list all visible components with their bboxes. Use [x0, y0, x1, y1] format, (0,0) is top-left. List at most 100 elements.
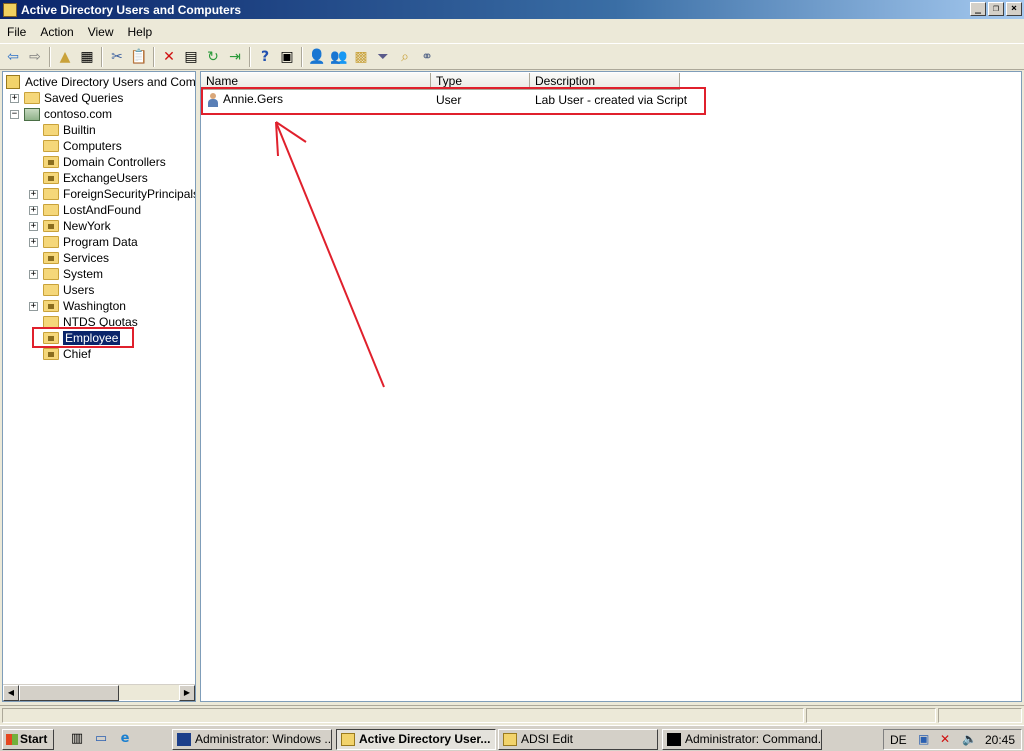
main-window: Active Directory Users and Computers _ ❐… — [0, 0, 1024, 725]
language-indicator[interactable]: DE — [890, 733, 907, 747]
tree-item-foreignsecurityprincipals[interactable]: ForeignSecurityPrincipals — [43, 186, 195, 202]
minimize-button[interactable]: _ — [970, 2, 986, 16]
expand-icon[interactable]: + — [29, 206, 38, 215]
find-icon[interactable]: ⌕ — [395, 47, 415, 67]
tree-item-saved-queries[interactable]: Saved Queries — [24, 90, 123, 106]
folder-icon — [43, 236, 59, 248]
menu-bar: File Action View Help — [0, 21, 1024, 42]
back-icon[interactable]: ⇦ — [3, 47, 23, 67]
expand-icon[interactable]: + — [29, 190, 38, 199]
help-icon[interactable]: ? — [255, 47, 275, 67]
task-powershell[interactable]: Administrator: Windows ... — [172, 729, 332, 750]
folder-icon — [43, 188, 59, 200]
expand-icon[interactable]: + — [29, 238, 38, 247]
tray-icon[interactable]: ▣ — [918, 732, 929, 746]
export-list-icon[interactable]: ⇥ — [225, 47, 245, 67]
ad-users-icon — [341, 733, 355, 746]
action-pane-icon[interactable]: ▣ — [277, 47, 297, 67]
collapse-icon[interactable]: − — [10, 110, 19, 119]
start-button[interactable]: Start — [2, 729, 54, 750]
menu-help[interactable]: Help — [121, 25, 160, 39]
folder-icon — [43, 124, 59, 136]
tree-item-users[interactable]: Users — [43, 282, 94, 298]
delete-icon[interactable]: ✕ — [159, 47, 179, 67]
ou-icon — [43, 300, 59, 312]
tree-item-lostandfound[interactable]: LostAndFound — [43, 202, 141, 218]
refresh-icon[interactable]: ↻ — [203, 47, 223, 67]
expand-icon[interactable]: + — [29, 270, 38, 279]
expand-icon[interactable]: + — [10, 94, 19, 103]
horizontal-scrollbar[interactable]: ◀ ▶ — [3, 684, 195, 701]
app-icon — [3, 2, 17, 17]
paste-icon[interactable]: 📋 — [129, 47, 149, 67]
forward-icon[interactable]: ⇨ — [25, 47, 45, 67]
menu-view[interactable]: View — [81, 25, 121, 39]
show-hide-tree-icon[interactable]: ▦ — [77, 47, 97, 67]
tree-item-chief[interactable]: Chief — [43, 346, 91, 362]
add-to-group-icon[interactable]: ⚭ — [417, 47, 437, 67]
domain-icon — [24, 107, 40, 121]
snapin-icon — [6, 75, 20, 89]
close-button[interactable]: × — [1006, 2, 1022, 16]
menu-file[interactable]: File — [0, 25, 33, 39]
cut-icon[interactable]: ✂ — [107, 47, 127, 67]
new-group-icon[interactable]: 👥 — [329, 47, 349, 67]
restore-button[interactable]: ❐ — [988, 2, 1004, 16]
properties-icon[interactable]: ▤ — [181, 47, 201, 67]
tree-item-washington[interactable]: Washington — [43, 298, 126, 314]
cmd-icon — [667, 733, 681, 746]
scroll-left-icon[interactable]: ◀ — [3, 685, 19, 701]
folder-icon — [43, 204, 59, 216]
tree-root[interactable]: Active Directory Users and Comput — [6, 74, 196, 90]
folder-icon — [43, 268, 59, 280]
tree-item-newyork[interactable]: NewYork — [43, 218, 111, 234]
tree-item-builtin[interactable]: Builtin — [43, 122, 96, 138]
folder-icon — [43, 284, 59, 296]
details-list[interactable]: Name Type Description Annie.Gers User La… — [200, 71, 1022, 702]
task-active-directory[interactable]: Active Directory User... — [336, 729, 496, 750]
annotation-arrow — [275, 121, 385, 388]
task-adsi-edit[interactable]: ADSI Edit — [498, 729, 658, 750]
new-ou-icon[interactable]: ▩ — [351, 47, 371, 67]
scroll-right-icon[interactable]: ▶ — [179, 685, 195, 701]
taskbar: Start ▥ ▭ e Administrator: Windows ... A… — [0, 725, 1024, 751]
expand-icon[interactable]: + — [29, 302, 38, 311]
tree-item-services[interactable]: Services — [43, 250, 109, 266]
internet-explorer-icon[interactable]: e — [116, 731, 134, 747]
show-desktop-icon[interactable]: ▭ — [92, 731, 110, 747]
status-bar — [0, 705, 1024, 724]
new-user-icon[interactable]: 👤 — [307, 47, 327, 67]
scroll-thumb[interactable] — [19, 685, 119, 701]
title-bar[interactable]: Active Directory Users and Computers _ ❐… — [0, 0, 1024, 19]
expand-icon[interactable]: + — [29, 222, 38, 231]
system-tray: DE ▣ ✕ 🔈 20:45 — [883, 729, 1022, 750]
ou-icon — [43, 172, 59, 184]
ou-icon — [43, 220, 59, 232]
filter-icon[interactable]: ⏷ — [373, 47, 393, 67]
ou-icon — [43, 156, 59, 168]
adsi-edit-icon — [503, 733, 517, 746]
menu-action[interactable]: Action — [33, 25, 80, 39]
console-tree[interactable]: Active Directory Users and Comput + Save… — [2, 71, 196, 702]
ou-icon — [43, 252, 59, 264]
tree-item-computers[interactable]: Computers — [43, 138, 122, 154]
tree-item-domain[interactable]: contoso.com — [24, 106, 112, 122]
powershell-icon — [177, 733, 191, 746]
tree-item-domain-controllers[interactable]: Domain Controllers — [43, 154, 166, 170]
server-manager-icon[interactable]: ▥ — [68, 731, 86, 747]
task-command-prompt[interactable]: Administrator: Command... — [662, 729, 822, 750]
up-folder-icon[interactable]: ▲ — [55, 47, 75, 67]
tree-item-exchangeusers[interactable]: ExchangeUsers — [43, 170, 148, 186]
network-warning-icon[interactable]: ✕ — [940, 732, 950, 746]
volume-icon[interactable]: 🔈 — [962, 732, 977, 746]
toolbar: ⇦ ⇨ ▲ ▦ ✂ 📋 ✕ ▤ ↻ ⇥ ? ▣ 👤 👥 ▩ ⏷ ⌕ ⚭ — [0, 43, 1024, 70]
tree-item-system[interactable]: System — [43, 266, 103, 282]
tree-item-program-data[interactable]: Program Data — [43, 234, 138, 250]
tree-root-label: Active Directory Users and Comput — [25, 75, 196, 89]
annotation-box-employee — [32, 327, 134, 348]
clock[interactable]: 20:45 — [985, 733, 1015, 747]
window-title: Active Directory Users and Computers — [21, 2, 242, 17]
windows-logo-icon — [6, 734, 18, 745]
folder-icon — [43, 140, 59, 152]
folder-icon — [24, 92, 40, 104]
